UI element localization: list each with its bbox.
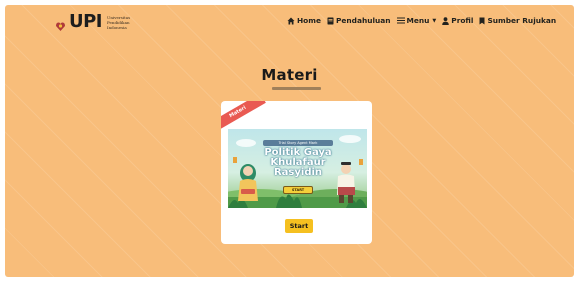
nav-item-label: Menu	[406, 16, 430, 25]
home-icon	[287, 17, 295, 25]
menu-icon	[396, 17, 405, 24]
card-thumbnail[interactable]: Trial Story Agent Mark Politik Gaya Khul…	[228, 129, 367, 208]
nav-item-menu-dropdown[interactable]: Menu ▼	[396, 16, 437, 25]
navbar: UPI Universitas Pendidikan Indonesia Hom…	[5, 5, 574, 37]
upi-logo[interactable]: UPI Universitas Pendidikan Indonesia	[55, 11, 131, 32]
title-underline	[272, 87, 321, 90]
nav-item-label: Pendahuluan	[335, 16, 391, 25]
logo-subtext: Universitas Pendidikan Indonesia	[107, 14, 131, 30]
nav-item-home[interactable]: Home	[287, 16, 321, 25]
thumbnail-subtitle: Trial Story Agent Mark	[263, 140, 333, 146]
nav-item-sumber-rujukan[interactable]: Sumber Rujukan	[479, 16, 556, 25]
nav-menu: Home Pendahuluan Menu ▼ Profil Sumber Ru…	[287, 16, 556, 25]
materi-card: Materi Trial Story Agent Mark Politik Ga…	[221, 101, 372, 244]
logo-emblem-icon	[55, 17, 66, 31]
thumbnail-start-button[interactable]: START	[283, 186, 313, 194]
page-background: UPI Universitas Pendidikan Indonesia Hom…	[5, 5, 574, 277]
nav-item-label: Sumber Rujukan	[487, 16, 557, 25]
bookmark-icon	[479, 17, 485, 25]
user-icon	[442, 16, 450, 25]
thumbnail-title: Politik Gaya Khulafaur Rasyidin	[264, 147, 332, 178]
logo-text: UPI	[69, 11, 103, 32]
card-ribbon: Materi	[221, 101, 266, 132]
nav-item-pendahuluan[interactable]: Pendahuluan	[327, 16, 391, 25]
page-title: Materi	[261, 66, 318, 84]
nav-item-label: Home	[297, 16, 321, 25]
start-button[interactable]: Start	[285, 219, 313, 233]
book-icon	[327, 17, 334, 25]
nav-item-label: Profil	[451, 16, 474, 25]
chevron-down-icon: ▼	[432, 17, 437, 24]
nav-item-profil[interactable]: Profil	[442, 16, 473, 25]
